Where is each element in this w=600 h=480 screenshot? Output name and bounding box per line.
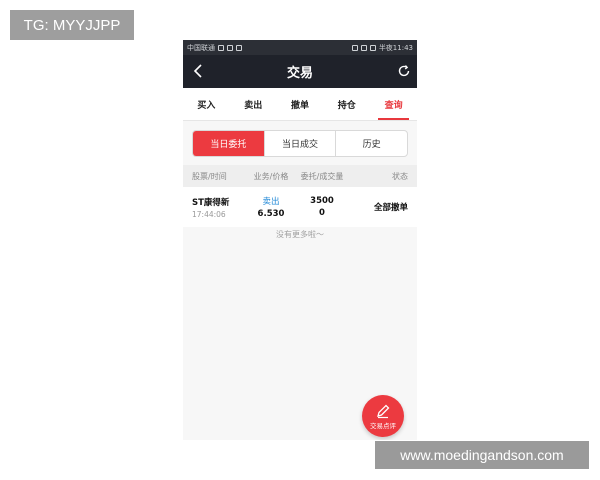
carrier-label: 中国联通 bbox=[187, 43, 215, 52]
biz-cell: 卖出 6.530 bbox=[250, 195, 292, 219]
signal-icon bbox=[218, 44, 224, 51]
filled-qty: 0 bbox=[319, 208, 325, 218]
stock-name: ST康得新 bbox=[192, 197, 230, 208]
eye-icon bbox=[351, 44, 358, 51]
order-status: 全部撤单 bbox=[373, 203, 408, 213]
stock-cell: ST康得新 17:44:06 bbox=[192, 196, 250, 219]
wifi-icon bbox=[227, 44, 233, 51]
page-title: 交易 bbox=[286, 66, 313, 81]
battery-icon bbox=[369, 44, 376, 51]
qty-cell: 3500 0 bbox=[292, 196, 352, 218]
alarm-icon bbox=[360, 44, 367, 51]
tab-cancel[interactable]: 撤单 bbox=[277, 88, 324, 120]
order-price: 6.530 bbox=[257, 209, 285, 219]
order-time: 17:44:06 bbox=[192, 209, 226, 219]
header-biz-price: 业务/价格 bbox=[253, 171, 289, 181]
table-row[interactable]: ST康得新 17:44:06 卖出 6.530 3500 0 全部撤单 bbox=[183, 187, 417, 227]
trade-comment-button[interactable]: 交易点评 bbox=[362, 395, 404, 437]
tab-buy[interactable]: 买入 bbox=[183, 88, 230, 120]
segment-bar: 当日委托 当日成交 历史 bbox=[183, 121, 417, 165]
phone-screen: 中国联通 半夜11:43 交易 买入 卖出 撤单 持仓 查询 当日委托 当日成交… bbox=[183, 40, 417, 440]
nav-bar: 交易 bbox=[183, 55, 417, 88]
no-more-text: 没有更多啦～ bbox=[276, 230, 324, 239]
status-bar: 中国联通 半夜11:43 bbox=[183, 40, 417, 55]
back-arrow-icon[interactable] bbox=[191, 63, 207, 79]
refresh-icon[interactable] bbox=[397, 64, 411, 78]
pencil-icon bbox=[377, 404, 390, 418]
tab-sell[interactable]: 卖出 bbox=[230, 88, 277, 120]
notification-icon bbox=[236, 44, 242, 51]
header-stock-time: 股票/时间 bbox=[192, 171, 227, 181]
tab-positions[interactable]: 持仓 bbox=[323, 88, 370, 120]
trade-tabs: 买入 卖出 撤单 持仓 查询 bbox=[183, 88, 417, 121]
order-qty: 3500 bbox=[310, 196, 334, 206]
header-qty: 委托/成交量 bbox=[300, 171, 344, 181]
segmented-control: 当日委托 当日成交 历史 bbox=[192, 129, 408, 157]
segment-history[interactable]: 历史 bbox=[336, 131, 407, 156]
fab-label: 交易点评 bbox=[370, 421, 396, 430]
segment-today-orders[interactable]: 当日委托 bbox=[193, 130, 265, 156]
table-header: 股票/时间 业务/价格 委托/成交量 状态 bbox=[183, 165, 417, 187]
segment-today-deals[interactable]: 当日成交 bbox=[265, 130, 337, 156]
watermark-bottom-right: www.moedingandson.com bbox=[375, 441, 589, 469]
order-type: 卖出 bbox=[262, 197, 280, 207]
header-status: 状态 bbox=[392, 171, 408, 181]
tab-query[interactable]: 查询 bbox=[370, 88, 417, 120]
clock-label: 半夜11:43 bbox=[378, 43, 413, 52]
watermark-top-left: TG: MYYJJPP bbox=[10, 10, 134, 40]
